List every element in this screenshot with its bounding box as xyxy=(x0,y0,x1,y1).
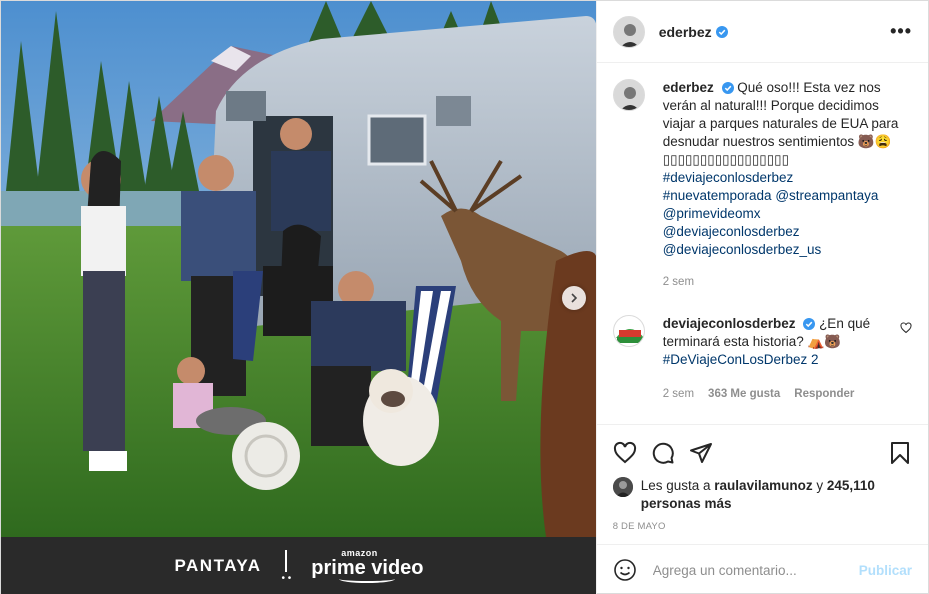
likes-summary: Les gusta a raulavilamunoz y 245,110 per… xyxy=(612,477,912,513)
smiley-icon xyxy=(613,559,636,581)
caption-meta: 2 sem xyxy=(663,273,912,291)
post-header: ederbez ••• xyxy=(596,1,928,63)
post-media[interactable]: PANTAYA • • amazon prime video xyxy=(1,1,596,594)
mention-link[interactable]: @deviajeconlosderbez_us xyxy=(663,242,822,257)
reply-button[interactable]: Responder xyxy=(794,385,854,403)
chevron-right-icon xyxy=(571,293,578,303)
post-date[interactable]: 8 DE MAYO xyxy=(613,521,912,532)
avatar[interactable] xyxy=(612,15,645,48)
profile-picture xyxy=(613,16,644,47)
carousel-next-button[interactable] xyxy=(562,286,586,310)
add-comment-bar: Publicar xyxy=(596,544,928,594)
mention-link[interactable]: @streampantaya xyxy=(775,188,878,203)
comment-meta: 2 sem 363 Me gusta Responder xyxy=(663,385,900,403)
heart-icon xyxy=(613,441,636,464)
profile-picture xyxy=(612,477,633,497)
liker-username[interactable]: raulavilamunoz xyxy=(714,478,812,493)
more-options-button[interactable]: ••• xyxy=(890,21,912,42)
comment-input[interactable] xyxy=(652,562,859,578)
comments-area: ederbez Qué oso!!! Esta vez nos verán al… xyxy=(597,63,928,424)
avatar[interactable] xyxy=(612,315,645,347)
verified-badge-icon xyxy=(721,82,734,94)
liker-avatar[interactable] xyxy=(612,477,633,497)
caption-comment: ederbez Qué oso!!! Esta vez nos verán al… xyxy=(612,79,912,291)
hashtag-link[interactable]: #deviajeconlosderbez xyxy=(663,170,794,185)
bookmark-icon xyxy=(891,442,909,464)
comment-body: deviajeconlosderbez ¿En qué terminará es… xyxy=(663,315,900,403)
caption-unrendered-glyphs: ▯▯▯▯▯▯▯▯▯▯▯▯▯▯▯▯▯ xyxy=(662,152,790,167)
header-username[interactable]: ederbez xyxy=(659,24,712,40)
comment-button[interactable] xyxy=(651,441,675,465)
hashtag-link[interactable]: #nuevatemporada xyxy=(663,188,772,203)
post-side-panel: ederbez ••• ederbez Qué oso!!! Esta vez … xyxy=(595,1,928,594)
likes-text: Les gusta a raulavilamunoz y 245,110 per… xyxy=(640,478,875,511)
save-button[interactable] xyxy=(888,441,912,465)
mention-link[interactable]: @primevideomx xyxy=(663,206,761,221)
comment-username[interactable]: deviajeconlosderbez xyxy=(663,316,796,331)
comment-item: deviajeconlosderbez ¿En qué terminará es… xyxy=(612,315,912,403)
verified-badge-icon xyxy=(715,25,728,38)
comment-timestamp[interactable]: 2 sem xyxy=(663,385,694,403)
publish-button[interactable]: Publicar xyxy=(859,563,912,578)
caption-username[interactable]: ederbez xyxy=(663,80,714,95)
comment-like-button[interactable] xyxy=(900,315,912,403)
comment-likes-count[interactable]: 363 Me gusta xyxy=(708,385,780,403)
profile-picture xyxy=(613,316,644,346)
share-button[interactable] xyxy=(689,441,713,465)
like-button[interactable] xyxy=(613,441,637,465)
hashtag-link[interactable]: #DeViajeConLosDerbez 2 xyxy=(663,352,819,367)
paper-plane-icon xyxy=(689,443,712,463)
post-image xyxy=(1,1,596,537)
profile-picture xyxy=(613,80,644,110)
verified-badge-icon xyxy=(803,318,816,330)
heart-icon xyxy=(900,322,912,334)
caption-body: ederbez Qué oso!!! Esta vez nos verán al… xyxy=(663,79,912,291)
instagram-post: PANTAYA • • amazon prime video ederbez •… xyxy=(0,0,929,594)
emoji-button[interactable] xyxy=(613,558,637,582)
caption-timestamp[interactable]: 2 sem xyxy=(663,273,694,291)
post-actions: Les gusta a raulavilamunoz y 245,110 per… xyxy=(596,424,928,544)
prime-video-logo: amazon prime video xyxy=(311,549,424,583)
brand-banner: PANTAYA • • amazon prime video xyxy=(1,537,596,594)
pantaya-logo: PANTAYA xyxy=(174,556,262,575)
brand-divider: • • xyxy=(281,549,291,583)
avatar[interactable] xyxy=(612,79,645,111)
mention-link[interactable]: @deviajeconlosderbez xyxy=(663,224,800,239)
comment-bubble-icon xyxy=(652,442,674,464)
action-bar xyxy=(613,433,912,473)
